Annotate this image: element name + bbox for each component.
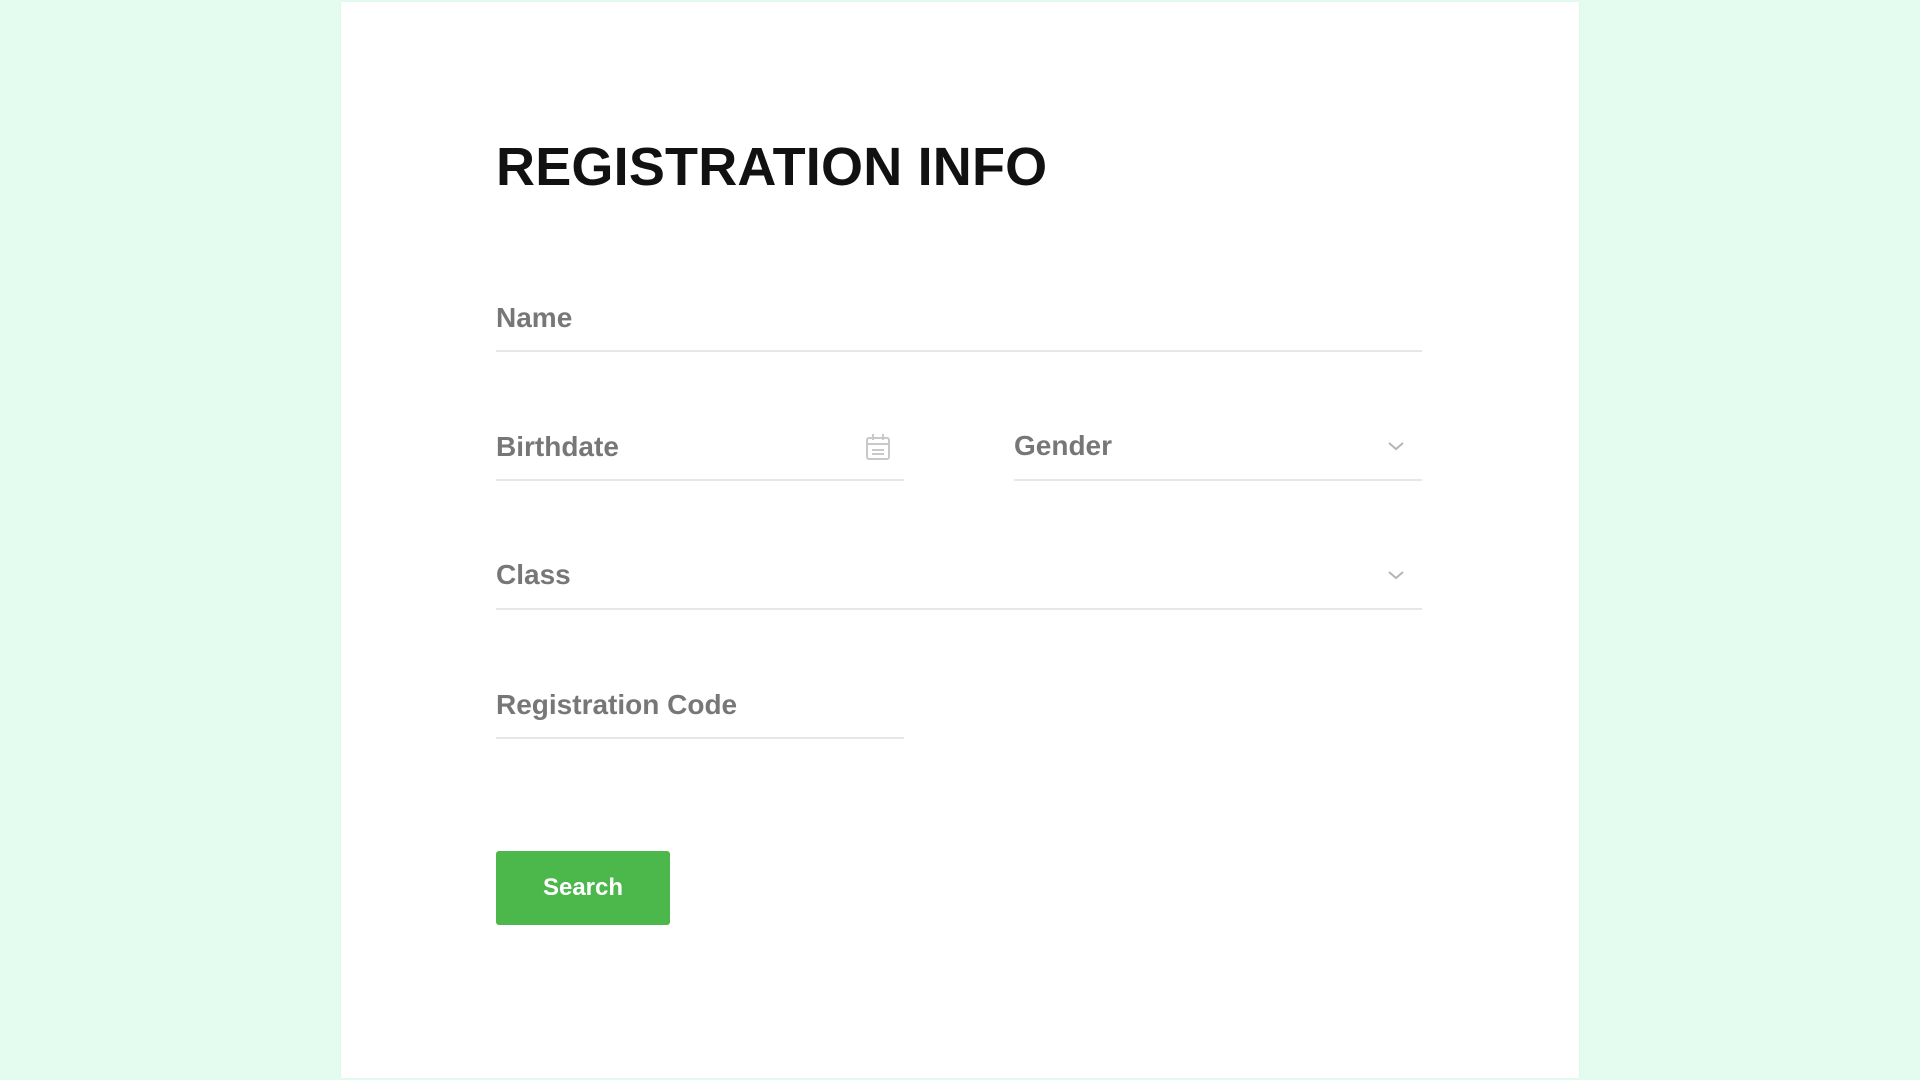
name-input[interactable]: [496, 288, 1422, 348]
page-title: REGISTRATION INFO: [496, 137, 1048, 197]
class-select[interactable]: Class: [496, 546, 1422, 610]
birthdate-input[interactable]: [496, 417, 904, 477]
birthdate-field-wrapper: [496, 417, 904, 481]
gender-select-label: Gender: [1014, 430, 1113, 461]
registration-code-field-wrapper: [496, 675, 904, 739]
registration-card: REGISTRATION INFO Gender Class Search: [341, 2, 1579, 1078]
registration-code-input[interactable]: [496, 675, 904, 735]
chevron-down-icon: [1388, 442, 1404, 451]
class-select-label: Class: [496, 559, 571, 590]
chevron-down-icon: [1388, 571, 1404, 580]
search-button[interactable]: Search: [496, 851, 670, 925]
gender-select[interactable]: Gender: [1014, 417, 1422, 481]
name-field-wrapper: [496, 288, 1422, 352]
calendar-icon[interactable]: [864, 432, 892, 462]
